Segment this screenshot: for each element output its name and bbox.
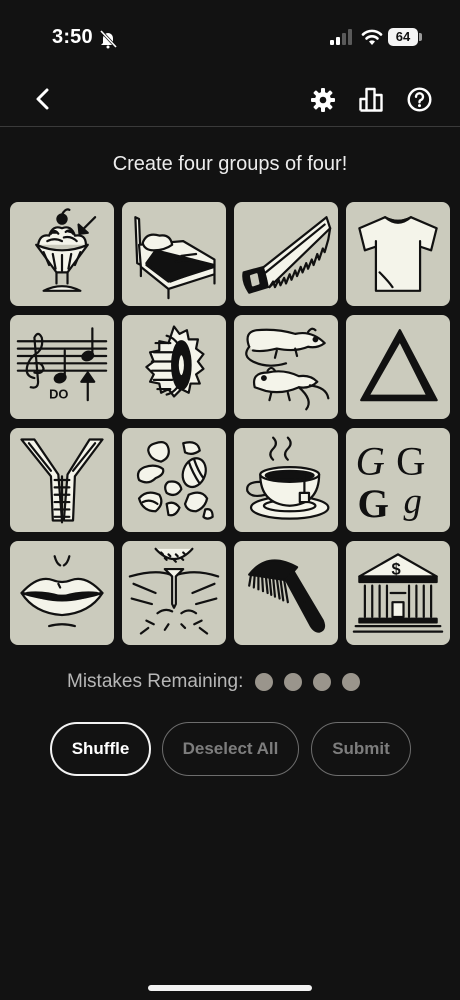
sundae-icon — [35, 208, 97, 292]
tile-zipper[interactable] — [10, 428, 114, 532]
tile-comb[interactable] — [234, 541, 338, 645]
mistake-dot — [255, 673, 274, 691]
tile-t-shirt[interactable] — [346, 202, 450, 306]
triangle-icon — [360, 329, 438, 402]
tile-music-staff[interactable]: DO — [10, 315, 114, 419]
t-shirt-icon — [358, 216, 438, 292]
tile-music-note-label: DO — [49, 386, 68, 401]
status-bar: 3:50 64 — [0, 0, 460, 76]
tile-nuts[interactable] — [122, 428, 226, 532]
g-glyph-3: G — [358, 481, 389, 526]
wifi-icon — [361, 29, 383, 45]
zipper-icon — [20, 438, 104, 524]
tile-bed[interactable] — [122, 202, 226, 306]
status-time: 3:50 — [52, 26, 93, 48]
deselect-all-button[interactable]: Deselect All — [162, 722, 299, 776]
music-staff-icon: DO — [16, 327, 108, 401]
top-nav — [0, 76, 460, 127]
g-glyph-4: g — [404, 480, 422, 521]
golf-tee-icon — [128, 547, 220, 635]
tile-letter-g[interactable]: G G G g — [346, 428, 450, 532]
tile-gear[interactable] — [122, 315, 226, 419]
submit-button[interactable]: Submit — [311, 722, 411, 776]
tile-tea-cup[interactable] — [234, 428, 338, 532]
bed-icon — [134, 216, 216, 300]
tea-cup-icon — [246, 436, 330, 520]
question-circle-icon[interactable] — [407, 87, 432, 112]
tile-golf-tee[interactable] — [122, 541, 226, 645]
g-glyph-1: G — [356, 438, 385, 483]
tile-saw[interactable] — [234, 202, 338, 306]
tile-sundae[interactable] — [10, 202, 114, 306]
comb-icon — [248, 559, 326, 633]
rats-icon — [245, 327, 330, 411]
mistakes-remaining: Mistakes Remaining: — [67, 671, 371, 693]
cell-signal-icon — [330, 29, 352, 45]
bar-chart-icon[interactable] — [359, 87, 383, 112]
bank-icon: $ — [352, 553, 444, 633]
mistake-dot — [342, 673, 361, 691]
tile-triangle[interactable] — [346, 315, 450, 419]
back-chevron-icon[interactable] — [30, 84, 56, 114]
tile-bank[interactable]: $ — [346, 541, 450, 645]
g-glyph-2: G — [396, 438, 425, 483]
mistake-dot — [313, 673, 332, 691]
letter-g-icon: G G G g — [356, 438, 426, 526]
tile-rats[interactable] — [234, 315, 338, 419]
bank-dollar-sign: $ — [392, 560, 401, 579]
bell-muted-icon — [99, 29, 118, 49]
lips-icon — [20, 555, 104, 628]
instruction-text: Create four groups of four! — [112, 153, 348, 175]
home-indicator[interactable] — [148, 985, 312, 991]
tile-lips[interactable] — [10, 541, 114, 645]
gear-cog-icon — [145, 325, 205, 398]
mistake-dot — [284, 673, 303, 691]
shuffle-button[interactable]: Shuffle — [50, 722, 151, 776]
nuts-icon — [136, 441, 214, 520]
mistakes-label: Mistakes Remaining: — [67, 671, 244, 692]
saw-icon — [242, 216, 332, 294]
battery-level: 64 — [388, 28, 418, 46]
battery-nub — [419, 33, 422, 41]
gear-icon[interactable] — [311, 88, 335, 112]
